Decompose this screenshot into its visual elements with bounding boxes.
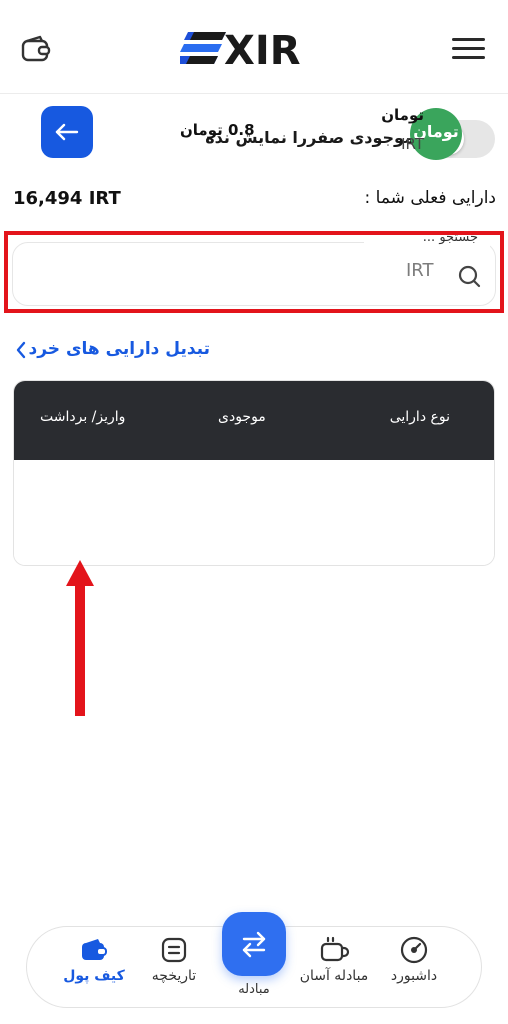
balance-value: 16,494 IRT <box>13 188 121 209</box>
nav-history-label: تاریخچه <box>151 968 197 984</box>
nav-easy-swap[interactable]: مبادله آسان <box>294 934 374 996</box>
logo-text: XIR <box>224 28 301 70</box>
asset-code: IRT <box>401 135 424 153</box>
history-icon <box>158 934 190 966</box>
wallet-icon <box>78 934 110 966</box>
chevron-left-icon <box>14 340 28 360</box>
search-highlight-box <box>4 231 504 313</box>
hamburger-icon[interactable] <box>452 38 485 60</box>
asset-name: تومان <box>381 106 424 124</box>
nav-swap-label: مبادله <box>238 982 270 997</box>
deposit-withdraw-button[interactable] <box>41 106 93 158</box>
header-action: واریز/ برداشت <box>40 409 126 425</box>
convert-small-assets-link[interactable]: تبدیل دارایی های خرد <box>14 337 214 365</box>
asset-table: نوع دارایی موجودی واریز/ برداشت <box>13 380 495 566</box>
nav-history[interactable]: تاریخچه <box>134 934 214 996</box>
annotation-arrow <box>62 560 98 720</box>
nav-wallet[interactable]: کیف پول <box>54 934 134 996</box>
arrow-left-icon <box>55 123 79 141</box>
header-balance: موجودی <box>218 409 266 425</box>
balance-label: دارایی فعلی شما : <box>364 188 496 208</box>
dashboard-icon <box>398 934 430 966</box>
asset-balance: 0.8 تومان <box>180 121 255 139</box>
nav-easy-swap-label: مبادله آسان <box>299 968 369 984</box>
exir-logo: XIR <box>176 26 328 74</box>
wallet-icon[interactable] <box>20 34 52 64</box>
header-asset-type: نوع دارایی <box>389 409 450 425</box>
table-header: نوع دارایی موجودی واریز/ برداشت <box>14 381 494 460</box>
balance-row: 16,494 IRT دارایی فعلی شما : <box>0 184 508 214</box>
table-row <box>14 460 494 565</box>
app-header: XIR <box>0 0 508 94</box>
coffee-cup-icon <box>318 934 350 966</box>
convert-small-assets-label: تبدیل دارایی های خرد <box>28 339 210 359</box>
nav-dashboard[interactable]: داشبورد <box>374 934 454 996</box>
nav-dashboard-label: داشبورد <box>390 968 438 984</box>
nav-swap[interactable] <box>222 912 286 976</box>
nav-wallet-label: کیف پول <box>63 968 125 984</box>
swap-icon <box>242 931 266 958</box>
